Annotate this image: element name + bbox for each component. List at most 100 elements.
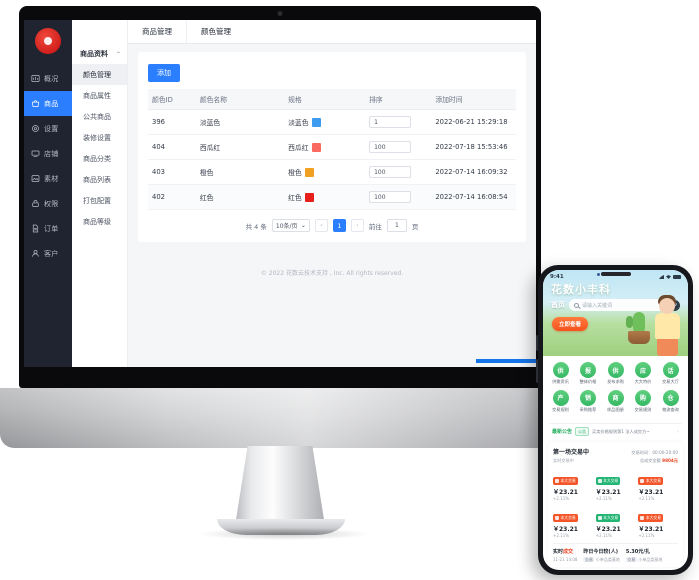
- grid-item[interactable]: 话交易大厅: [658, 362, 683, 385]
- price-pill: 本大交易: [638, 514, 664, 523]
- tab-product-management[interactable]: 商品管理: [128, 20, 186, 43]
- grid-icon: 供: [552, 362, 569, 378]
- price-cell[interactable]: 本大交易 ￥23.21 +2.11%: [553, 468, 593, 501]
- sidebar-item-label: 订单: [44, 224, 59, 233]
- cell-sort: 100: [365, 159, 432, 185]
- grid-item[interactable]: 供发布求购: [603, 362, 628, 385]
- color-swatch: [311, 117, 321, 127]
- announcement-tag: 公告: [575, 427, 590, 437]
- grid-item[interactable]: 仓物流查询: [658, 389, 683, 413]
- home-tab-label[interactable]: 首页: [551, 300, 565, 310]
- grid-item[interactable]: 产交易规则: [548, 389, 573, 413]
- grid-item[interactable]: 供供需资讯: [548, 362, 573, 385]
- table-row[interactable]: 396 淡蓝色 淡蓝色 1 2022-06-21 15:29:18: [148, 109, 516, 135]
- tab-label: 商品管理: [142, 26, 172, 36]
- add-button[interactable]: 添加: [148, 64, 180, 82]
- market-card-subheader: 实时交易中 总成交金额 9804元: [553, 458, 678, 464]
- monitor-stand-neck: [235, 446, 325, 526]
- sidebar-item-material[interactable]: 素材: [24, 166, 72, 191]
- phone-volume-up-button[interactable]: [536, 335, 538, 351]
- submenu-item-label: 商品分类: [83, 154, 111, 163]
- sort-input[interactable]: 100: [369, 191, 412, 203]
- prev-page-button[interactable]: ‹: [314, 219, 328, 232]
- sidebar-item-label: 客户: [44, 249, 59, 258]
- market-card-header: 第一场交易中 交易时间：00:00-20:00: [553, 447, 678, 456]
- price-cell[interactable]: 本大交易 ￥23.21 +2.11%: [638, 468, 678, 501]
- submenu-item-decoration-settings[interactable]: 装修设置: [72, 127, 127, 148]
- table-row[interactable]: 403 橙色 橙色 100 2022-07-14 16:09:32: [148, 159, 516, 185]
- phone-speaker: [600, 272, 631, 276]
- sidebar-item-order[interactable]: 订单: [24, 216, 72, 241]
- submenu-item-public-product[interactable]: 公共商品: [72, 106, 127, 127]
- submenu-item-label: 打包配置: [83, 196, 111, 205]
- grid-item[interactable]: 商样品图册: [603, 389, 628, 413]
- submenu-item-product-list[interactable]: 商品列表: [72, 169, 127, 190]
- deal-col2-text: 小单品类基地: [595, 556, 620, 562]
- submenu-item-product-category[interactable]: 商品分类: [72, 148, 127, 169]
- sort-input[interactable]: 100: [369, 166, 412, 178]
- submenu-item-label: 商品属性: [83, 91, 111, 100]
- document-icon: [31, 224, 40, 233]
- grid-icon: 商: [607, 389, 624, 406]
- sidebar-item-product[interactable]: 商品: [24, 91, 72, 116]
- submenu-group-header[interactable]: 商品资料 ⌃: [72, 44, 127, 64]
- phone-volume-down-button[interactable]: [536, 359, 538, 383]
- sidebar-item-permission[interactable]: 权限: [24, 191, 72, 216]
- grid-item[interactable]: 应大大特价: [631, 362, 656, 385]
- next-page-button[interactable]: ›: [350, 219, 364, 232]
- price-cell[interactable]: 本大交易 ￥23.21 +2.11%: [553, 505, 593, 538]
- grid-label: 供需资讯: [552, 379, 569, 384]
- grid-label: 大大特价: [634, 379, 652, 384]
- phone-screen: 9:41 花数小丰科 首页 请输入关键词 立即查看 供 供需资讯 报 整体价格 …: [543, 270, 688, 570]
- sidebar-item-overview[interactable]: 概况: [24, 66, 72, 91]
- cell-created-at: 2022-07-14 16:09:32: [431, 159, 516, 185]
- sidebar-item-settings[interactable]: 设置: [24, 116, 72, 141]
- total-count-label: 共 4 条: [245, 222, 267, 231]
- grid-item[interactable]: 销采购推荐: [576, 389, 601, 413]
- market-title: 第一场交易中: [553, 449, 590, 457]
- cell-created-at: 2022-07-18 15:53:46: [431, 134, 516, 160]
- webcam-icon: [277, 11, 283, 16]
- submenu-item-product-grade[interactable]: 商品等级: [72, 211, 127, 232]
- jump-unit-label: 页: [411, 222, 419, 231]
- table-row[interactable]: 404 西瓜红 西瓜红 100 2022-07-18 15:53:46: [148, 134, 516, 160]
- jump-label: 前往: [368, 222, 382, 231]
- pill-label: 本大交易: [603, 515, 619, 521]
- submenu-item-color-management[interactable]: 颜色管理: [72, 64, 127, 85]
- spec-label: 红色: [288, 194, 302, 202]
- submenu-item-product-attribute[interactable]: 商品属性: [72, 85, 127, 106]
- sort-input[interactable]: 100: [369, 141, 412, 153]
- price-row: 本大交易 ￥23.21 +2.11% 本大交易 ￥23.21 +2.11% 本大…: [553, 468, 678, 501]
- color-table: 颜色ID 颜色名称 规格 排序 添加时间 396 淡蓝色 淡蓝色 1 2022-…: [148, 89, 516, 210]
- price-cell[interactable]: 本大交易 ￥23.21 +2.11%: [595, 505, 636, 538]
- grid-item[interactable]: 购交易规则: [631, 389, 656, 413]
- grid-item[interactable]: 报整体价格: [576, 362, 601, 385]
- monitor-shadow: [200, 528, 368, 540]
- cell-created-at: 2022-07-14 16:08:54: [431, 184, 516, 210]
- sidebar-item-shop[interactable]: 店铺: [24, 141, 72, 166]
- price-cell[interactable]: 本大交易 ￥23.21 +2.11%: [638, 505, 678, 538]
- primary-sidebar: 概况 商品 设置 店铺 素材 权限 订单 客户: [24, 20, 72, 367]
- cell-spec: 西瓜红: [284, 134, 366, 160]
- column-header-sort: 排序: [365, 89, 432, 110]
- tab-color-management[interactable]: 颜色管理: [187, 20, 245, 43]
- color-swatch: [311, 142, 321, 152]
- sort-input[interactable]: 1: [369, 116, 412, 128]
- price-value: ￥23.21: [595, 489, 621, 497]
- deal-col-realtime: 实时成交 11-21 14:08: [553, 548, 577, 562]
- monitor-screen: 概况 商品 设置 店铺 素材 权限 订单 客户 商品资料 ⌃ 颜色管理 商品属性…: [24, 20, 536, 367]
- grid-label: 样品图册: [607, 406, 624, 412]
- page-size-select[interactable]: 10条/页 ⌄: [271, 219, 310, 232]
- table-row[interactable]: 402 红色 红色 100 2022-07-14 16:08:54: [148, 184, 516, 210]
- page-number-1[interactable]: 1: [332, 219, 346, 232]
- announcement-bar[interactable]: 最新公告 公告 买卖价格规则第1 法人成交方~ ›: [548, 423, 683, 440]
- grid-label: 整体价格: [579, 379, 597, 384]
- copyright-footer: © 2022 花数云技术支持 , Inc. All rights reserve…: [260, 270, 404, 277]
- cell-color-id: 404: [148, 134, 196, 160]
- signal-icon: [659, 275, 664, 279]
- cta-button[interactable]: 立即查看: [552, 317, 589, 331]
- jump-page-input[interactable]: 1: [386, 219, 407, 232]
- submenu-item-packing-config[interactable]: 打包配置: [72, 190, 127, 211]
- sidebar-item-customer[interactable]: 客户: [24, 241, 72, 266]
- price-cell[interactable]: 本大交易 ￥23.21 +2.11%: [595, 468, 636, 501]
